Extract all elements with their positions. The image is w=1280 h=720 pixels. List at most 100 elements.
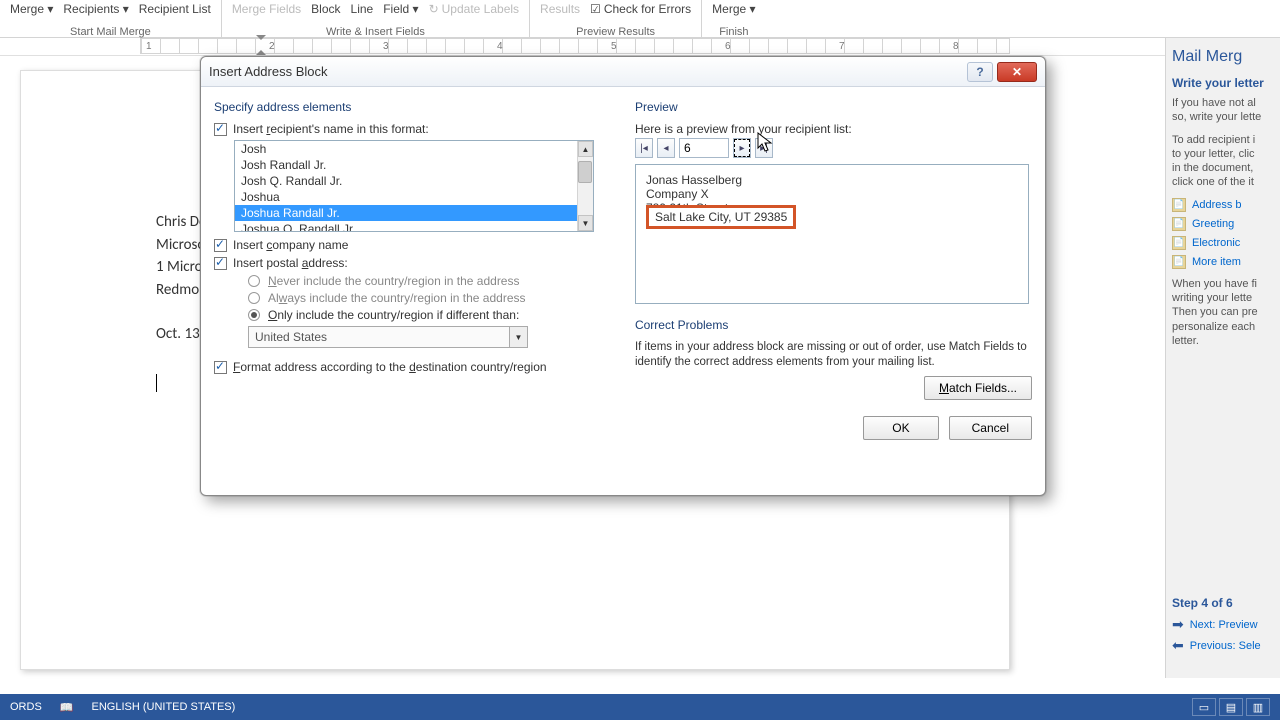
chk-company[interactable]: Insert company name bbox=[214, 238, 619, 252]
rib-check-errors[interactable]: ☑ Check for Errors bbox=[590, 2, 691, 16]
wizard-next[interactable]: ➡Next: Preview bbox=[1172, 616, 1274, 633]
tp-link-greeting[interactable]: 📄Greeting bbox=[1172, 217, 1274, 231]
chk-postal[interactable]: Insert postal address: bbox=[214, 256, 619, 270]
ribbon: Merge ▾ Recipients ▾ Recipient List Star… bbox=[0, 0, 1280, 38]
highlight-callout: Salt Lake City, UT 29385 bbox=[646, 205, 796, 229]
indent-marker[interactable] bbox=[256, 35, 266, 45]
radio-icon bbox=[248, 309, 260, 321]
status-bar: ORDS 📖 ENGLISH (UNITED STATES) ▭ ▤ ▥ bbox=[0, 694, 1280, 720]
arrow-right-icon: ➡ bbox=[1172, 616, 1184, 633]
prev-record-button[interactable]: ◂ bbox=[657, 138, 675, 158]
rib-merge-fields: Merge Fields bbox=[232, 2, 301, 16]
ruler-tick: 5 bbox=[611, 41, 617, 52]
mouse-cursor-icon bbox=[757, 132, 773, 154]
view-read-icon[interactable]: ▭ bbox=[1192, 698, 1216, 716]
scroll-up-icon[interactable]: ▲ bbox=[578, 141, 593, 157]
list-item-selected[interactable]: Joshua Randall Jr. bbox=[235, 205, 593, 221]
more-items-icon: 📄 bbox=[1172, 255, 1186, 269]
scroll-down-icon[interactable]: ▼ bbox=[578, 215, 593, 231]
rib-start-merge[interactable]: Merge ▾ bbox=[10, 2, 53, 16]
electronic-icon: 📄 bbox=[1172, 236, 1186, 250]
sb-language[interactable]: ENGLISH (UNITED STATES) bbox=[91, 701, 235, 713]
list-item[interactable]: Josh Randall Jr. bbox=[235, 157, 593, 173]
preview-line: Jonas Hasselberg bbox=[646, 173, 1018, 187]
rib-block[interactable]: Block bbox=[311, 2, 340, 16]
tp-link-address-block[interactable]: 📄Address b bbox=[1172, 198, 1274, 212]
ruler: 1 2 3 4 5 6 7 8 bbox=[0, 38, 1280, 56]
dialog-help-button[interactable]: ? bbox=[967, 62, 993, 82]
rib-results: Results bbox=[540, 2, 580, 16]
radio-never[interactable]: Never include the country/region in the … bbox=[248, 274, 619, 288]
chk-insert-name[interactable]: Insert recipient's name in this format: bbox=[214, 122, 619, 136]
checkbox-icon bbox=[214, 239, 227, 252]
wizard-prev[interactable]: ⬅Previous: Sele bbox=[1172, 637, 1274, 654]
rib-line[interactable]: Line bbox=[351, 2, 374, 16]
chevron-down-icon[interactable]: ▼ bbox=[509, 327, 527, 347]
step-label: Step 4 of 6 bbox=[1172, 596, 1274, 610]
ruler-tick: 2 bbox=[269, 41, 275, 52]
taskpane-text: If you have not al so, write your lette bbox=[1172, 96, 1274, 125]
cancel-button[interactable]: Cancel bbox=[949, 416, 1032, 440]
insert-address-block-dialog: Insert Address Block ? ✕ Specify address… bbox=[200, 56, 1046, 496]
checkbox-icon bbox=[214, 361, 227, 374]
sb-proof-icon[interactable]: 📖 bbox=[60, 701, 74, 714]
rib-recipient-list[interactable]: Recipient List bbox=[139, 2, 211, 16]
ruler-tick: 3 bbox=[383, 41, 389, 52]
list-item[interactable]: Joshua bbox=[235, 189, 593, 205]
arrow-left-icon: ⬅ bbox=[1172, 637, 1184, 654]
taskpane-text: When you have fi writing your lette Then… bbox=[1172, 277, 1274, 348]
mail-merge-task-pane: Mail Merg Write your letter If you have … bbox=[1165, 38, 1280, 678]
rib-update-labels: ↻ Update Labels bbox=[429, 2, 519, 16]
taskpane-heading: Write your letter bbox=[1172, 76, 1274, 90]
taskpane-title: Mail Merg bbox=[1172, 48, 1274, 66]
chk-format-country[interactable]: Format address according to the destinat… bbox=[214, 360, 619, 374]
tp-link-more-items[interactable]: 📄More item bbox=[1172, 255, 1274, 269]
correct-text: If items in your address block are missi… bbox=[635, 340, 1032, 370]
radio-always[interactable]: Always include the country/region in the… bbox=[248, 291, 619, 305]
record-number-input[interactable] bbox=[679, 138, 729, 158]
taskpane-text: To add recipient i to your letter, clic … bbox=[1172, 133, 1274, 190]
address-preview: Jonas Hasselberg Company X 789 21th Stre… bbox=[635, 164, 1029, 304]
ruler-tick: 1 bbox=[146, 41, 152, 52]
rib-grp-caption: Preview Results bbox=[576, 26, 655, 38]
preview-hint: Here is a preview from your recipient li… bbox=[635, 122, 1032, 136]
checkbox-icon bbox=[214, 257, 227, 270]
preview-heading: Preview bbox=[635, 100, 1032, 114]
checkbox-icon bbox=[214, 123, 227, 136]
ruler-tick: 7 bbox=[839, 41, 845, 52]
tp-link-electronic[interactable]: 📄Electronic bbox=[1172, 236, 1274, 250]
view-web-icon[interactable]: ▥ bbox=[1246, 698, 1270, 716]
first-record-button[interactable]: |◂ bbox=[635, 138, 653, 158]
list-item[interactable]: Josh bbox=[235, 141, 593, 157]
name-format-listbox[interactable]: Josh Josh Randall Jr. Josh Q. Randall Jr… bbox=[234, 140, 594, 232]
rib-finish-merge[interactable]: Merge ▾ bbox=[712, 2, 755, 16]
dialog-titlebar[interactable]: Insert Address Block ? ✕ bbox=[201, 57, 1045, 87]
ok-button[interactable]: OK bbox=[863, 416, 938, 440]
preview-line-highlighted: Salt Lake City, UT 29385 bbox=[655, 210, 787, 224]
radio-only[interactable]: Only include the country/region if diffe… bbox=[248, 308, 619, 322]
rib-grp-caption: Start Mail Merge bbox=[70, 26, 151, 38]
preview-line: Company X bbox=[646, 187, 1018, 201]
rib-recipients[interactable]: Recipients ▾ bbox=[63, 2, 128, 16]
address-block-icon: 📄 bbox=[1172, 198, 1186, 212]
country-combo[interactable]: United States ▼ bbox=[248, 326, 528, 348]
text-cursor bbox=[156, 374, 157, 392]
rib-field[interactable]: Field ▾ bbox=[383, 2, 418, 16]
radio-icon bbox=[248, 275, 260, 287]
rib-grp-caption: Write & Insert Fields bbox=[326, 26, 425, 38]
ruler-tick: 4 bbox=[497, 41, 503, 52]
list-item[interactable]: Joshua Q. Randall Jr. bbox=[235, 221, 593, 232]
listbox-scrollbar[interactable]: ▲ ▼ bbox=[577, 141, 593, 231]
dialog-close-button[interactable]: ✕ bbox=[997, 62, 1037, 82]
country-value: United States bbox=[249, 330, 509, 344]
sb-words[interactable]: ORDS bbox=[10, 701, 42, 713]
next-record-button[interactable]: ▸ bbox=[733, 138, 751, 158]
greeting-icon: 📄 bbox=[1172, 217, 1186, 231]
scroll-thumb[interactable] bbox=[578, 161, 592, 183]
view-print-icon[interactable]: ▤ bbox=[1219, 698, 1243, 716]
specify-heading: Specify address elements bbox=[214, 100, 619, 114]
rib-grp-caption: Finish bbox=[719, 26, 748, 38]
list-item[interactable]: Josh Q. Randall Jr. bbox=[235, 173, 593, 189]
dialog-title: Insert Address Block bbox=[209, 64, 328, 79]
match-fields-button[interactable]: Match Fields... bbox=[924, 376, 1032, 400]
